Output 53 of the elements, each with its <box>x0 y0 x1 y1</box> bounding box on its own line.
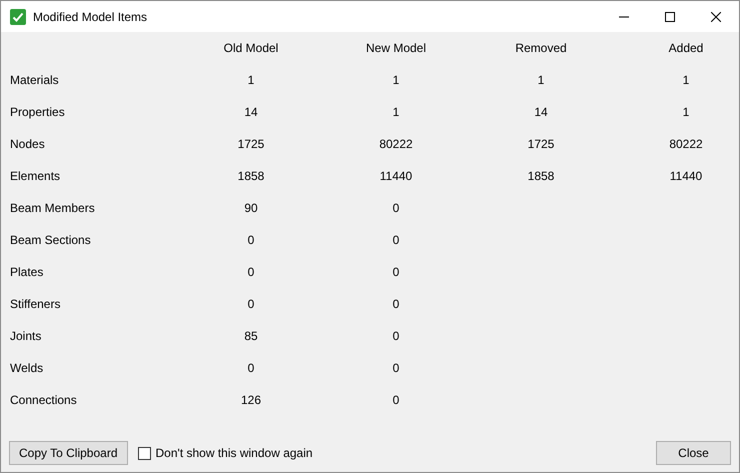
table-cell: 0 <box>248 360 254 376</box>
table-cell: 80222 <box>669 136 703 152</box>
table-cell: 1 <box>538 72 544 88</box>
row-label: Connections <box>10 392 77 408</box>
table-cell: 0 <box>392 392 400 408</box>
table-cell: 1 <box>682 104 690 120</box>
row-label: Plates <box>10 264 44 280</box>
check-icon <box>10 8 26 24</box>
table-cell: 1858 <box>528 168 554 184</box>
column-header: Old Model <box>224 40 278 56</box>
table-cell: 80222 <box>379 136 413 152</box>
table-cell: 1 <box>248 72 254 88</box>
row-label: Materials <box>10 72 59 88</box>
maximize-icon[interactable] <box>665 12 675 22</box>
table-cell: 1858 <box>238 168 264 184</box>
column-header: Added <box>668 40 704 56</box>
table-cell: 1725 <box>528 136 554 152</box>
table-cell: 0 <box>392 360 400 376</box>
table-cell: 1725 <box>238 136 264 152</box>
row-label: Beam Sections <box>10 232 91 248</box>
table-cell: 0 <box>392 232 400 248</box>
close-button[interactable]: Close <box>656 441 731 465</box>
checkbox-label: Don't show this window again <box>156 445 313 462</box>
row-label: Nodes <box>10 136 45 152</box>
window-title: Modified Model Items <box>33 8 148 26</box>
table-cell: 0 <box>248 264 254 280</box>
table-cell: 14 <box>244 104 258 120</box>
table-cell: 0 <box>392 264 400 280</box>
row-label: Elements <box>10 168 60 184</box>
table-cell: 126 <box>240 392 262 408</box>
close-icon[interactable] <box>711 12 721 22</box>
row-label: Welds <box>10 360 44 376</box>
table-cell: 1 <box>392 72 400 88</box>
table-cell: 85 <box>244 328 258 344</box>
row-label: Stiffeners <box>10 296 60 312</box>
table-cell: 0 <box>392 328 400 344</box>
table-cell: 14 <box>534 104 548 120</box>
table-cell: 0 <box>392 296 400 312</box>
table-cell: 0 <box>248 232 254 248</box>
table-cell: 0 <box>248 296 254 312</box>
row-label: Joints <box>10 328 42 344</box>
table-cell: 11440 <box>380 168 412 184</box>
column-header: New Model <box>366 40 426 56</box>
table-cell: 11440 <box>670 168 702 184</box>
table-cell: 90 <box>244 200 258 216</box>
checkbox[interactable] <box>138 446 151 460</box>
row-label: Beam Members <box>10 200 95 216</box>
row-label: Properties <box>10 104 65 120</box>
table-cell: 0 <box>392 200 400 216</box>
column-header: Removed <box>515 40 567 56</box>
table-cell: 1 <box>682 72 690 88</box>
copy-button[interactable]: Copy To Clipboard <box>9 441 128 465</box>
table-cell: 1 <box>392 104 400 120</box>
